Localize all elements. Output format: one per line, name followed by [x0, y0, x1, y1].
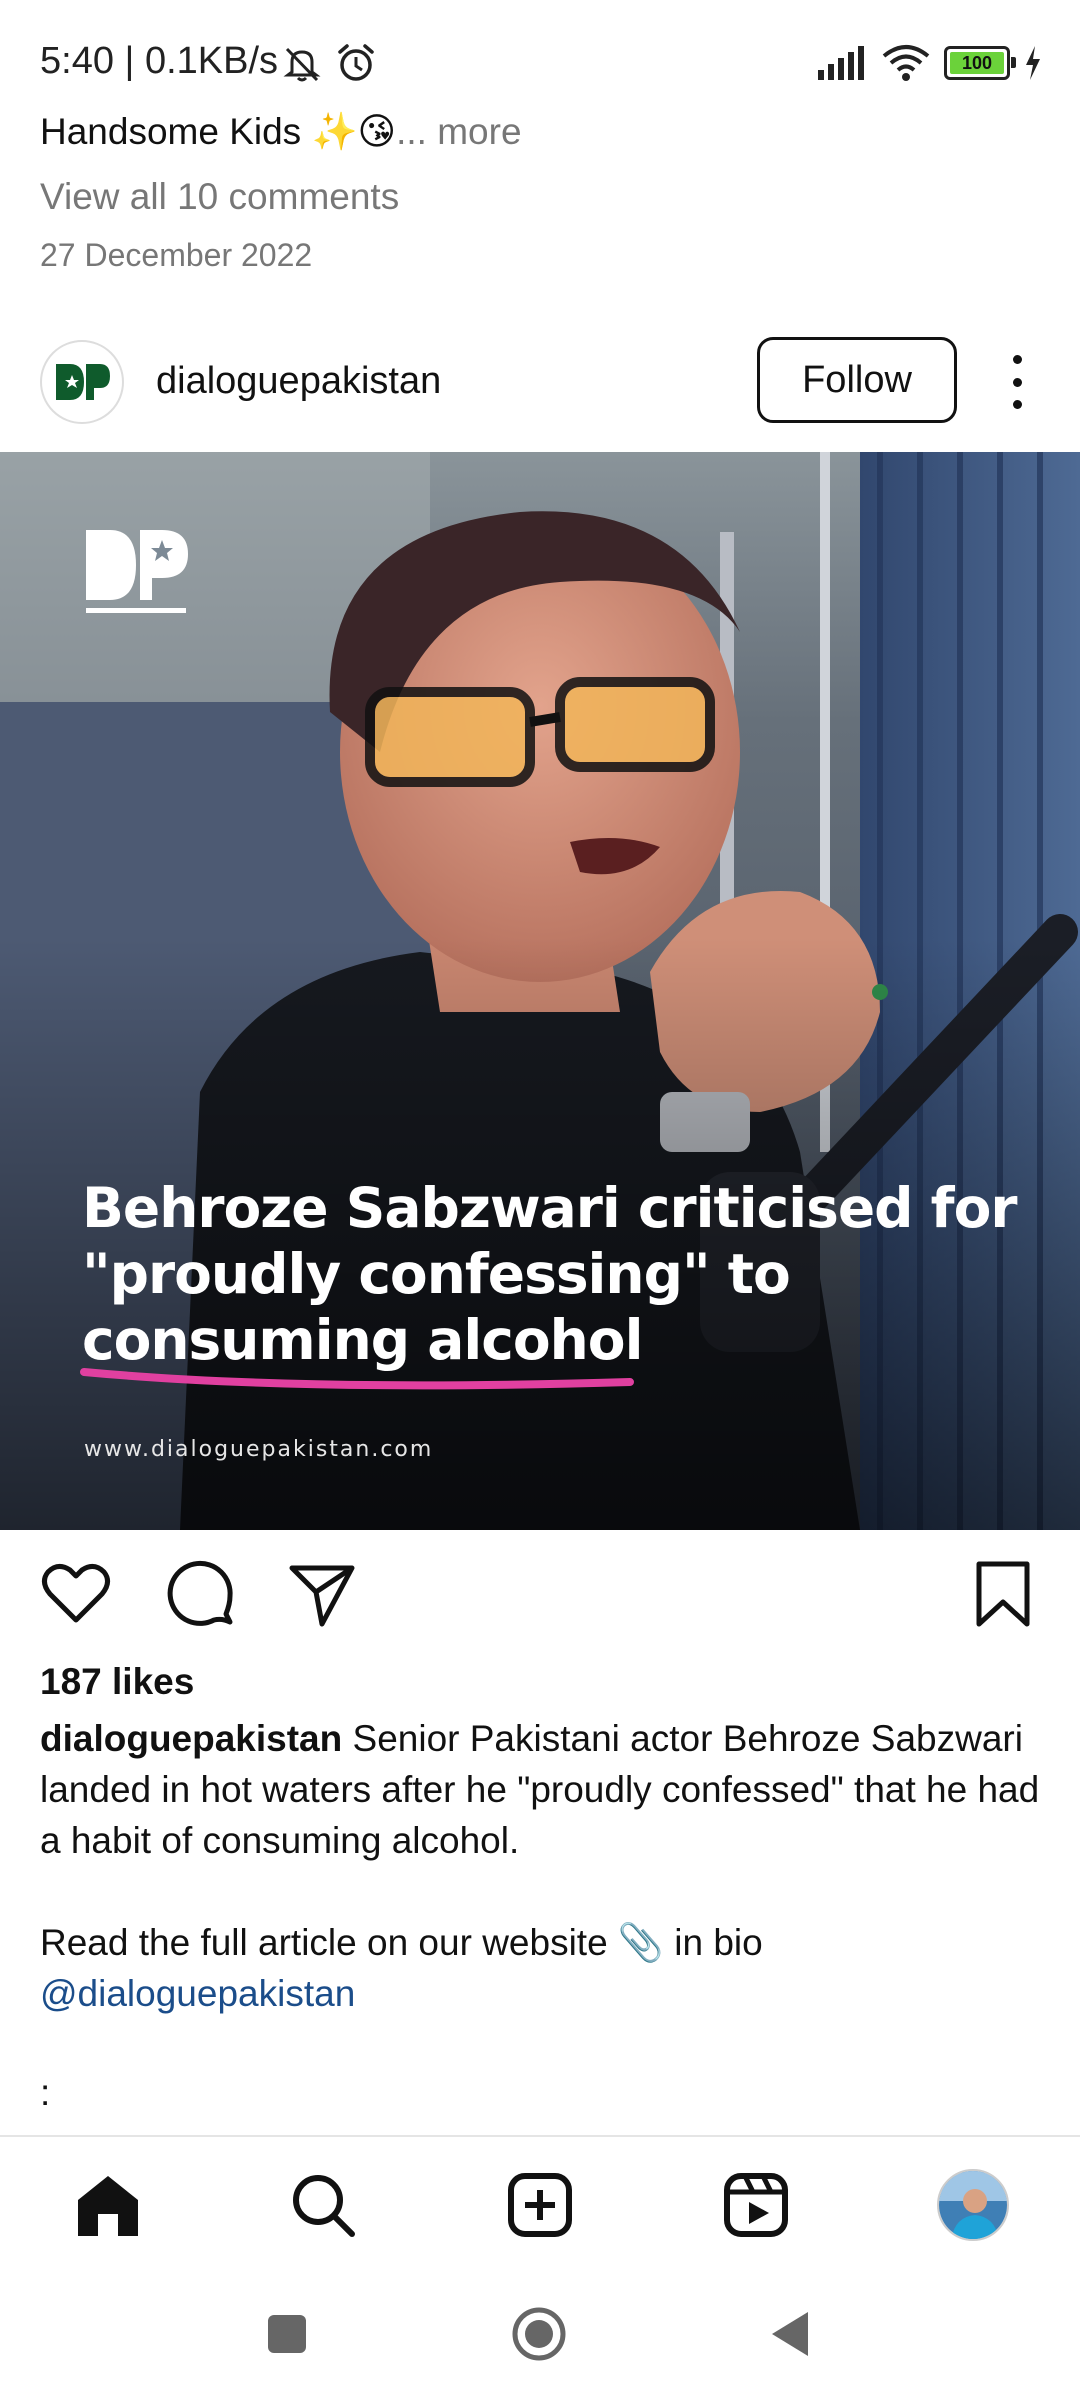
- previous-post-caption: Handsome Kids ✨😘... more: [40, 110, 522, 154]
- post-username[interactable]: dialoguepakistan: [156, 360, 441, 403]
- reels-icon: [724, 2173, 788, 2237]
- create-icon: [508, 2173, 572, 2237]
- caption-trailing: :: [40, 2072, 51, 2113]
- recent-apps-icon[interactable]: [266, 2313, 308, 2355]
- nav-search[interactable]: [283, 2165, 363, 2245]
- post-avatar[interactable]: [40, 340, 124, 424]
- nav-home[interactable]: [68, 2165, 148, 2245]
- headline-line: consuming alcohol: [82, 1308, 643, 1372]
- post-caption: dialoguepakistan Senior Pakistani actor …: [40, 1713, 1050, 2019]
- battery-icon: 100: [944, 46, 1016, 80]
- caption-mention[interactable]: @dialoguepakistan: [40, 1968, 1050, 2019]
- image-headline: Behroze Sabzwari criticised for "proudly…: [82, 1175, 1042, 1373]
- post-date: 27 December 2022: [40, 237, 313, 273]
- more-options-icon[interactable]: [1002, 355, 1032, 409]
- likes-count[interactable]: 187 likes: [40, 1661, 194, 1703]
- comment-icon[interactable]: [164, 1558, 236, 1630]
- follow-button[interactable]: Follow: [757, 337, 957, 423]
- nav-reels[interactable]: [716, 2165, 796, 2245]
- dp-logo-icon: [86, 530, 188, 613]
- wifi-icon: [882, 45, 930, 81]
- headline-line: "proudly confessing" to: [82, 1242, 791, 1306]
- nav-create[interactable]: [500, 2165, 580, 2245]
- headline-line: Behroze Sabzwari criticised for: [82, 1176, 1017, 1240]
- charging-icon: [1026, 46, 1040, 80]
- caption-username[interactable]: dialoguepakistan: [40, 1718, 342, 1759]
- back-icon[interactable]: [768, 2310, 812, 2358]
- status-time: 5:40 | 0.1KB/s: [40, 40, 279, 82]
- more-link[interactable]: ... more: [396, 111, 521, 152]
- caption-line: Read the full article on our website 📎 i…: [40, 1922, 763, 1963]
- previous-caption-text: Handsome Kids ✨😘: [40, 111, 397, 152]
- search-icon: [293, 2175, 355, 2237]
- home-button-icon[interactable]: [511, 2306, 567, 2362]
- share-send-icon[interactable]: [286, 1558, 358, 1630]
- mute-icon: [283, 47, 321, 82]
- status-icons: 100: [816, 44, 1042, 82]
- dialoguepakistan-logo-icon: [56, 364, 110, 400]
- image-website: www.dialoguepakistan.com: [84, 1437, 434, 1462]
- view-comments-link[interactable]: View all 10 comments: [40, 176, 399, 218]
- battery-level: 100: [961, 52, 993, 73]
- nav-profile[interactable]: [933, 2165, 1013, 2245]
- save-bookmark-icon[interactable]: [967, 1558, 1039, 1630]
- alarm-icon: [338, 44, 374, 81]
- signal-icon: [818, 46, 864, 80]
- home-icon: [78, 2176, 138, 2236]
- like-heart-icon[interactable]: [40, 1558, 112, 1630]
- profile-avatar: [937, 2169, 1009, 2241]
